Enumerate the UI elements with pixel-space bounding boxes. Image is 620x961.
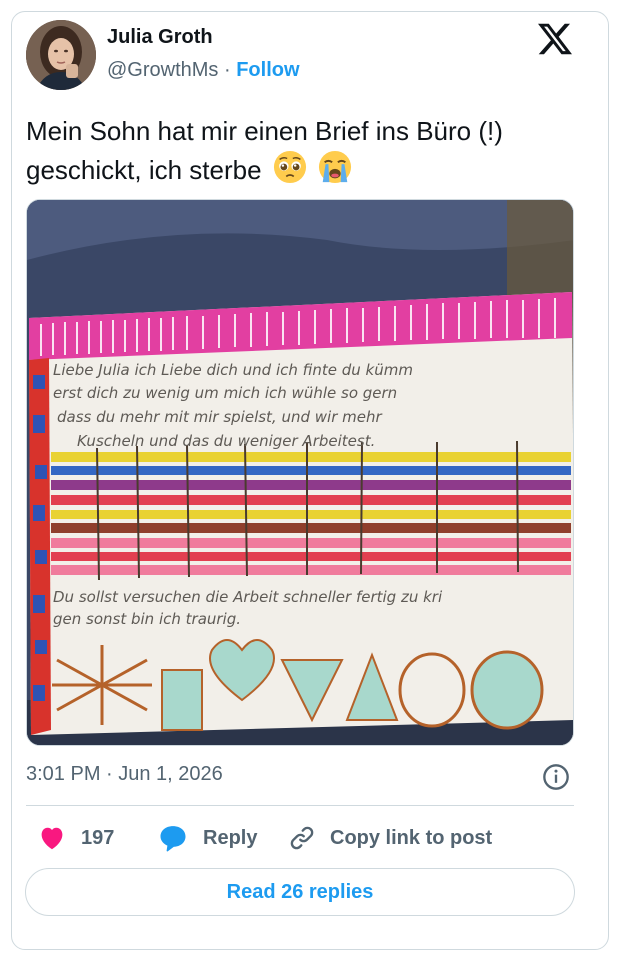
reply-label: Reply: [203, 826, 258, 849]
avatar-photo: [26, 20, 96, 90]
reply-bubble-icon: [160, 826, 186, 852]
reply-button[interactable]: Reply: [157, 823, 257, 853]
tweet-timestamp[interactable]: 3:01 PM · Jun 1, 2026: [26, 763, 223, 786]
separator-dot: ·: [224, 59, 237, 81]
read-replies-button[interactable]: Read 26 replies: [25, 868, 575, 916]
read-replies-label: Read 26 replies: [226, 880, 374, 903]
tweet-text: Mein Sohn hat mir einen Brief ins Büro (…: [26, 112, 586, 189]
info-icon[interactable]: [542, 763, 570, 791]
follow-button[interactable]: Follow: [236, 59, 299, 81]
copy-link-label: Copy link to post: [330, 826, 493, 849]
tweet-text-line-2: geschickt, ich sterbe: [26, 150, 586, 189]
divider: [26, 805, 574, 806]
letter-line-2: erst dich zu wenig um mich ich wühle so …: [53, 384, 397, 402]
x-logo-icon[interactable]: [538, 22, 572, 56]
heart-icon: [41, 827, 63, 850]
tweet-photo[interactable]: Liebe Julia ich Liebe dich und ich finte…: [26, 199, 574, 746]
tweet-text-line-2-text: geschickt, ich sterbe: [26, 155, 262, 185]
tweet-text-line-1: Mein Sohn hat mir einen Brief ins Büro (…: [26, 116, 503, 146]
author-display-name[interactable]: Julia Groth: [107, 26, 213, 49]
letter-line-4: Kuscheln und das du weniger Arbeitest.: [77, 432, 375, 450]
author-handle[interactable]: @GrowthMs: [107, 59, 218, 81]
letter-line-1: Liebe Julia ich Liebe dich und ich finte…: [53, 361, 413, 379]
letter-line-5: Du sollst versuchen die Arbeit schneller…: [53, 588, 443, 606]
letter-line-6: gen sonst bin ich traurig.: [53, 610, 241, 628]
like-button[interactable]: 197: [37, 823, 114, 853]
letter-photo: Liebe Julia ich Liebe dich und ich finte…: [27, 200, 573, 745]
loudly-crying-face-emoji-icon: [318, 150, 352, 184]
pleading-face-emoji-icon: [273, 150, 306, 184]
author-handle-row: @GrowthMs · Follow: [107, 59, 300, 82]
avatar[interactable]: [26, 20, 96, 90]
copy-link-button[interactable]: Copy link to post: [288, 823, 492, 853]
letter-line-3: dass du mehr mit mir spielst, und wir me…: [57, 408, 382, 426]
link-icon: [290, 826, 314, 850]
like-count: 197: [81, 826, 115, 849]
